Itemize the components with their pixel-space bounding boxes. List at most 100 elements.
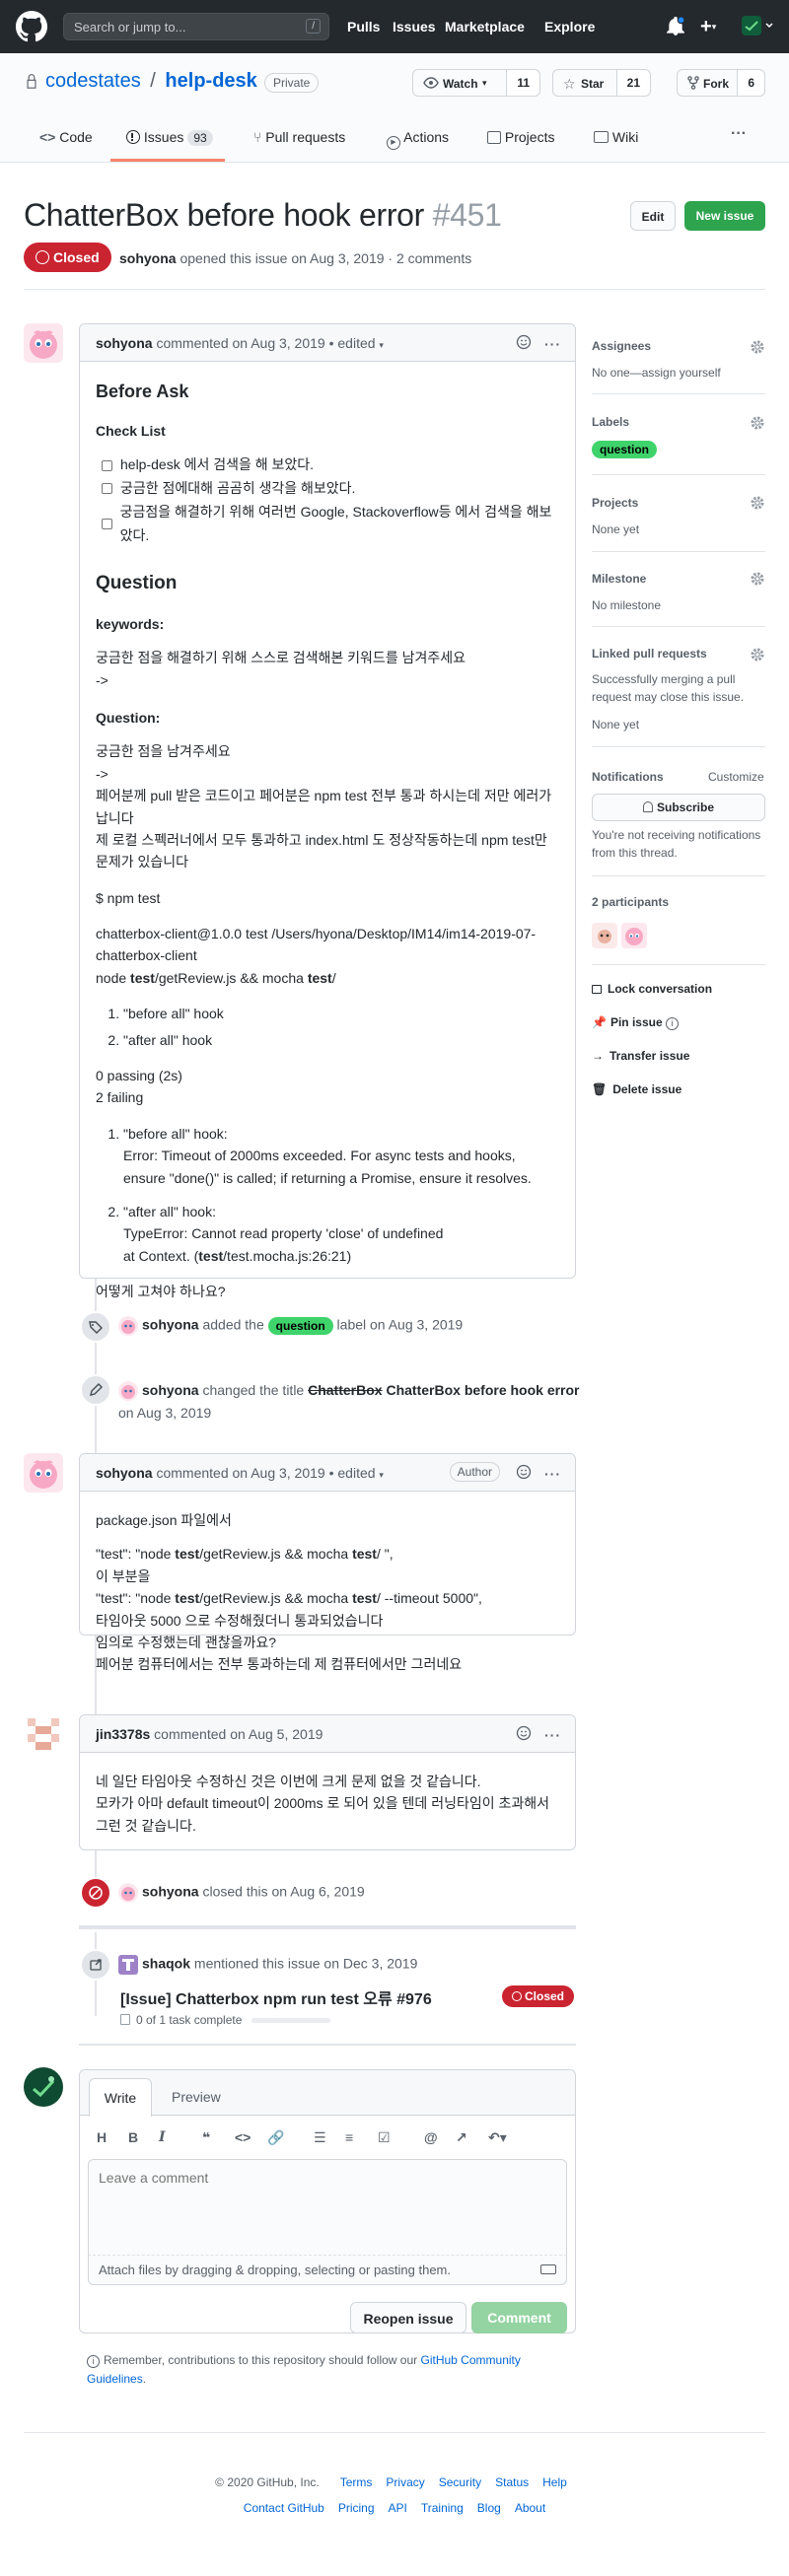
sidebar-labels-heading[interactable]: Labels (592, 415, 629, 429)
kebab-menu-icon[interactable]: ··· (544, 1466, 561, 1482)
sidebar-assignees-heading[interactable]: Assignees (592, 339, 651, 353)
tab-projects[interactable]: Projects (487, 129, 554, 145)
task-list-icon[interactable]: ☑ (378, 2129, 391, 2146)
gear-icon[interactable] (750, 339, 765, 355)
link-icon[interactable]: 🔗 (267, 2129, 284, 2146)
cross-reference-icon[interactable]: ↗ (456, 2129, 467, 2146)
comment-meta[interactable]: commented on Aug 3, 2019 • edited (156, 335, 375, 351)
avatar[interactable] (24, 1714, 63, 1754)
comment-author[interactable]: sohyona (96, 335, 153, 351)
comment-author[interactable]: sohyona (96, 1465, 153, 1481)
bold-icon[interactable]: B (128, 2129, 138, 2145)
comment-textarea[interactable] (88, 2159, 567, 2256)
repo-owner-link[interactable]: codestates (45, 70, 141, 92)
chevron-down-icon[interactable]: ▾ (379, 1470, 384, 1480)
footer-link-api[interactable]: API (389, 2501, 407, 2515)
quote-icon[interactable]: ❝ (202, 2129, 210, 2146)
sidebar-projects-heading[interactable]: Projects (592, 496, 638, 510)
sidebar-linked-heading[interactable]: Linked pull requests (592, 647, 707, 661)
pin-issue-link[interactable]: 📌 Pin issue i (592, 1015, 679, 1030)
avatar[interactable] (621, 923, 647, 948)
comment-button[interactable]: Comment (471, 2302, 567, 2333)
user-avatar-menu[interactable] (742, 15, 775, 36)
avatar[interactable] (24, 1453, 63, 1493)
bell-icon[interactable] (667, 17, 684, 36)
footer-link-help[interactable]: Help (542, 2475, 567, 2489)
sidebar-assignees-text[interactable]: No one—assign yourself (592, 364, 721, 382)
more-tabs-icon[interactable]: ··· (731, 125, 747, 143)
smiley-icon[interactable] (516, 1725, 532, 1741)
tab-preview[interactable]: Preview (172, 2089, 221, 2105)
sidebar-label-question[interactable]: question (592, 441, 657, 458)
issue-author-link[interactable]: sohyona (119, 250, 177, 266)
nav-issues[interactable]: Issues (393, 19, 436, 35)
nav-explore[interactable]: Explore (544, 19, 595, 35)
event-author[interactable]: sohyona (142, 1382, 199, 1398)
ordered-list-icon[interactable]: ≡ (345, 2129, 353, 2145)
nav-pulls[interactable]: Pulls (347, 19, 380, 35)
reopen-issue-button[interactable]: Reopen issue (350, 2302, 466, 2333)
avatar[interactable] (118, 1381, 138, 1402)
file-attach-bar[interactable]: Attach files by dragging & dropping, sel… (88, 2256, 567, 2285)
gear-icon[interactable] (750, 571, 765, 587)
footer-link-security[interactable]: Security (439, 2475, 481, 2489)
unordered-list-icon[interactable]: ☰ (314, 2129, 326, 2146)
delete-issue-link[interactable]: 🗑 Delete issue (592, 1082, 681, 1096)
reply-icon[interactable]: ↶▾ (488, 2129, 507, 2146)
tab-actions[interactable]: ▶ Actions (387, 129, 449, 150)
smiley-icon[interactable] (516, 1464, 532, 1480)
fork-count[interactable]: 6 (737, 70, 764, 96)
heading-icon[interactable]: H (97, 2129, 107, 2145)
repo-name-link[interactable]: help-desk (165, 70, 256, 92)
sidebar-milestone-heading[interactable]: Milestone (592, 572, 646, 586)
star-count[interactable]: 21 (615, 70, 650, 96)
smiley-icon[interactable] (516, 334, 532, 350)
checkbox[interactable] (102, 483, 112, 495)
tab-pull-requests[interactable]: ⑂ Pull requests (253, 129, 345, 145)
footer-link-blog[interactable]: Blog (477, 2501, 501, 2515)
event-author[interactable]: sohyona (142, 1317, 199, 1333)
code-icon[interactable]: <> (235, 2129, 251, 2145)
plus-dropdown-icon[interactable]: +▾ (700, 16, 716, 38)
comment-meta[interactable]: commented on Aug 5, 2019 (154, 1726, 323, 1742)
tab-code[interactable]: <> Code (39, 129, 93, 145)
star-button[interactable]: ☆ Star 21 (552, 69, 651, 97)
edit-title-button[interactable]: Edit (630, 201, 676, 231)
avatar[interactable] (118, 1955, 138, 1975)
lock-conversation-link[interactable]: Lock conversation (592, 982, 712, 996)
chevron-down-icon[interactable]: ▾ (379, 340, 384, 350)
gear-icon[interactable] (750, 647, 765, 662)
referenced-issue-link[interactable]: [Issue] Chatterbox npm run test 오류 #976 (120, 1985, 432, 2009)
gear-icon[interactable] (750, 415, 765, 431)
markdown-icon[interactable] (540, 2264, 556, 2274)
mention-icon[interactable]: @ (424, 2129, 438, 2145)
tab-write[interactable]: Write (89, 2078, 152, 2117)
customize-link[interactable]: Customize (708, 770, 764, 784)
new-issue-button[interactable]: New issue (684, 201, 765, 231)
kebab-menu-icon[interactable]: ··· (544, 336, 561, 352)
kebab-menu-icon[interactable]: ··· (544, 1727, 561, 1743)
italic-icon[interactable]: I (159, 2129, 166, 2145)
event-author[interactable]: sohyona (142, 1884, 199, 1900)
footer-link-privacy[interactable]: Privacy (386, 2475, 424, 2489)
avatar[interactable] (24, 323, 63, 363)
search-input[interactable]: Search or jump to... / (63, 13, 329, 40)
avatar[interactable] (118, 1883, 138, 1903)
checkbox[interactable] (102, 459, 112, 471)
info-icon[interactable]: i (665, 1017, 679, 1030)
avatar[interactable] (592, 923, 617, 948)
avatar[interactable] (118, 1316, 138, 1336)
nav-marketplace[interactable]: Marketplace (445, 19, 525, 35)
footer-link-terms[interactable]: Terms (340, 2475, 373, 2489)
footer-link-about[interactable]: About (515, 2501, 545, 2515)
fork-button[interactable]: Fork 6 (677, 69, 765, 97)
footer-link-contact[interactable]: Contact GitHub (244, 2501, 324, 2515)
watch-count[interactable]: 11 (506, 70, 539, 96)
tab-wiki[interactable]: Wiki (594, 129, 638, 145)
label-question[interactable]: question (267, 1316, 333, 1335)
event-author[interactable]: shaqok (142, 1956, 190, 1972)
watch-button[interactable]: Watch ▾ 11 (412, 69, 540, 97)
tab-issues[interactable]: Issues 93 (126, 129, 213, 146)
footer-link-pricing[interactable]: Pricing (338, 2501, 375, 2515)
footer-link-training[interactable]: Training (421, 2501, 464, 2515)
